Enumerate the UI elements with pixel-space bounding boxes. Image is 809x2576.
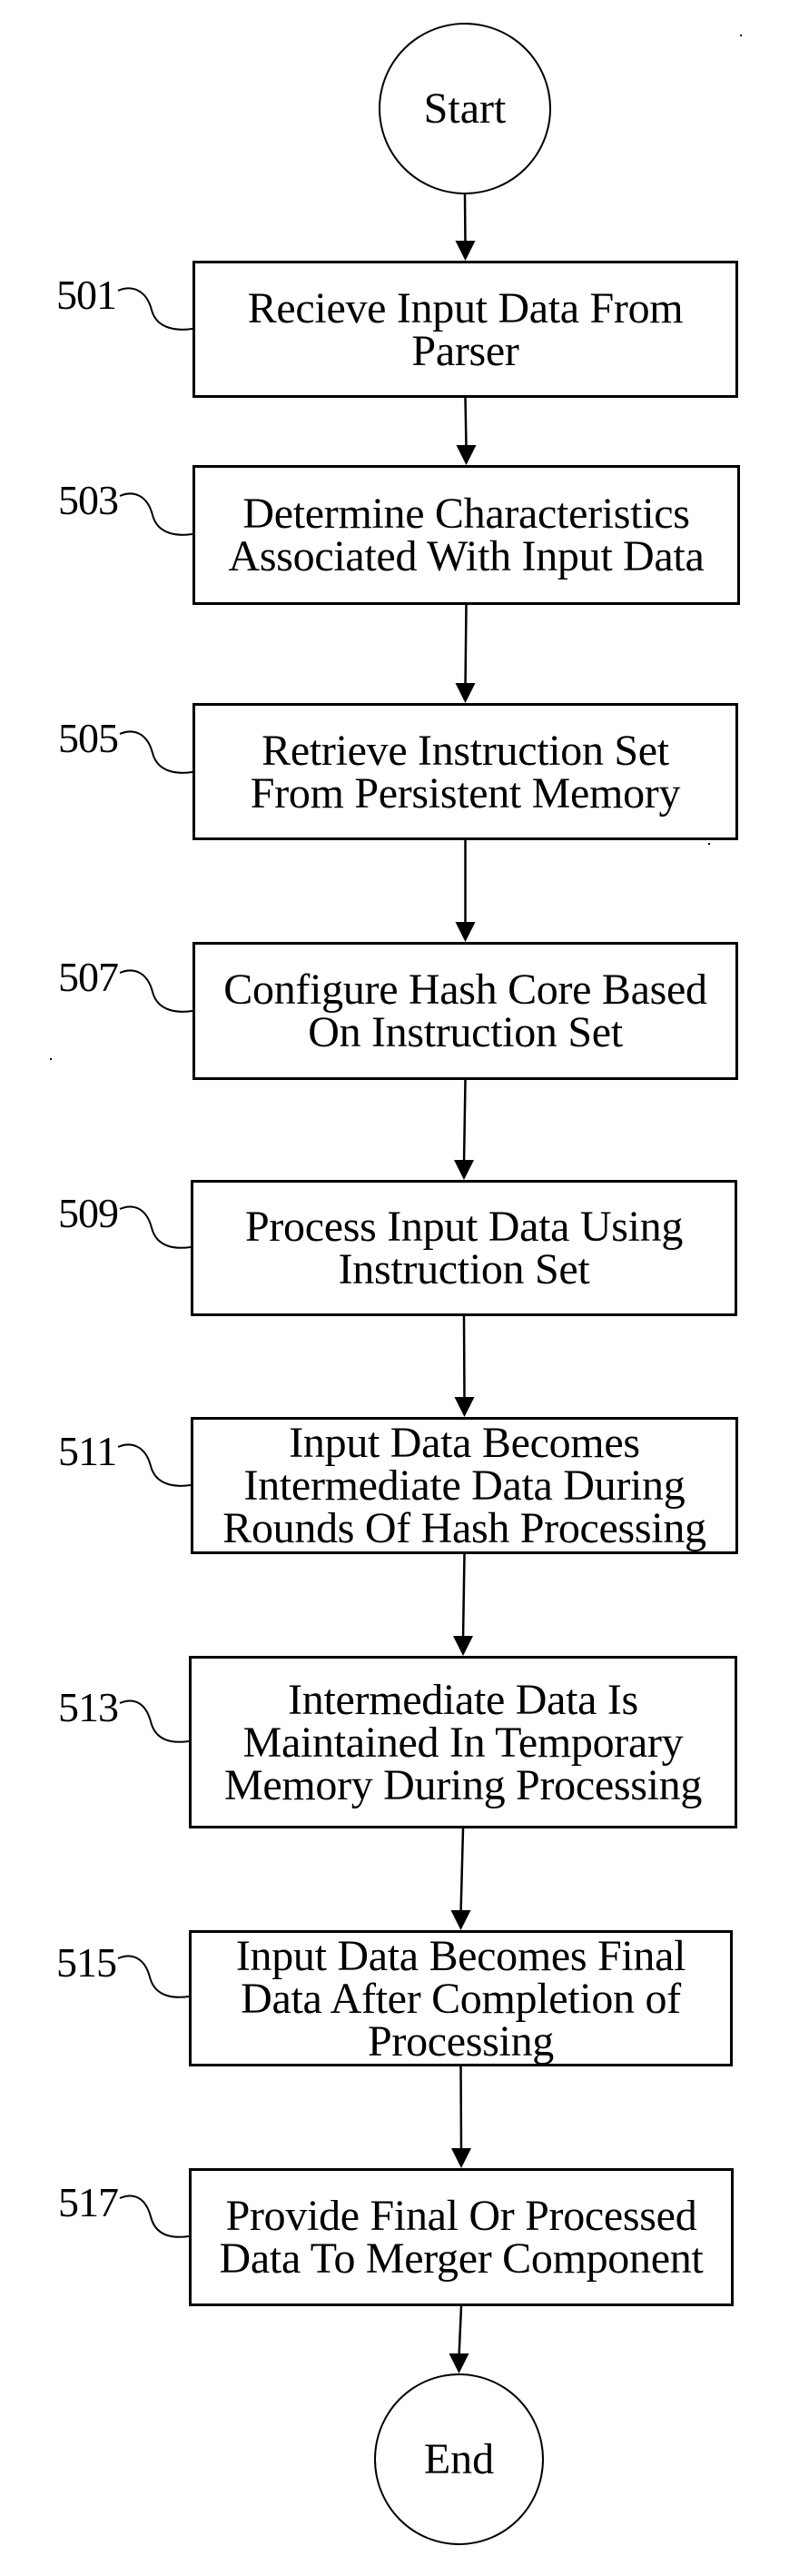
arrow-509-to-511 xyxy=(454,1315,475,1417)
step-text-501: Recieve Input Data From Parser xyxy=(247,283,684,375)
leader-line-509 xyxy=(119,1205,192,1249)
step-box-515: Input Data Becomes Final Data After Comp… xyxy=(189,1930,733,2066)
step-text-503: Determine Characteristics Associated Wit… xyxy=(228,490,705,580)
step-box-517: Provide Final Or Processed Data To Merge… xyxy=(189,2168,734,2306)
arrowhead-icon xyxy=(449,2353,469,2373)
leader-line-505 xyxy=(119,730,193,774)
step-box-513: Intermediate Data Is Maintained In Tempo… xyxy=(189,1656,737,1828)
arrowhead-icon xyxy=(454,1397,475,1417)
arrowhead-icon xyxy=(454,1160,474,1180)
step-text-505: Retrieve Instruction Set From Persistent… xyxy=(250,726,681,817)
arrow-line xyxy=(459,1828,465,1915)
arrowhead-icon xyxy=(455,922,476,942)
arrow-517-to-End xyxy=(449,2305,469,2373)
step-text-511: Input Data Becomes Intermediate Data Dur… xyxy=(222,1419,706,1552)
scan-speck xyxy=(740,35,742,36)
end-label: End xyxy=(423,2434,495,2483)
end-terminal: End xyxy=(374,2373,544,2545)
ref-numeral-515: 515 xyxy=(56,1939,117,1986)
arrowhead-icon xyxy=(453,1636,473,1656)
step-text-509: Process Input Data Using Instruction Set xyxy=(244,1203,684,1293)
ref-numeral-503: 503 xyxy=(58,477,119,523)
arrow-line xyxy=(464,397,468,450)
arrow-line xyxy=(461,1553,466,1640)
arrowhead-icon xyxy=(455,683,476,703)
step-box-509: Process Input Data Using Instruction Set xyxy=(191,1180,737,1316)
ref-numeral-509: 509 xyxy=(58,1190,119,1236)
leader-line-507 xyxy=(119,969,193,1013)
leader-line-515 xyxy=(117,1955,190,1998)
arrow-line xyxy=(458,2305,463,2358)
step-text-515: Input Data Becomes Final Data After Comp… xyxy=(235,1931,686,2066)
arrow-511-to-513 xyxy=(453,1553,473,1656)
arrowhead-icon xyxy=(451,2148,471,2168)
step-text-513: Intermediate Data Is Maintained In Tempo… xyxy=(223,1675,703,1809)
step-text-507: Configure Hash Core Based On Instruction… xyxy=(223,966,707,1056)
ref-numeral-507: 507 xyxy=(58,954,119,1000)
ref-numeral-501: 501 xyxy=(56,272,117,318)
ref-numeral-517: 517 xyxy=(58,2179,119,2225)
arrow-line xyxy=(462,1315,466,1402)
leader-line-511 xyxy=(117,1443,192,1487)
step-box-501: Recieve Input Data From Parser xyxy=(192,261,738,398)
arrow-505-to-507 xyxy=(455,840,476,942)
arrow-line xyxy=(459,2066,463,2153)
leader-line-501 xyxy=(117,287,193,331)
ref-numeral-505: 505 xyxy=(58,715,119,761)
arrow-503-to-505 xyxy=(455,604,476,703)
step-box-507: Configure Hash Core Based On Instruction… xyxy=(192,942,738,1080)
arrow-501-to-503 xyxy=(456,397,477,465)
start-label: Start xyxy=(423,84,507,133)
step-box-503: Determine Characteristics Associated Wit… xyxy=(192,465,740,605)
arrow-Start-to-501 xyxy=(455,193,476,261)
arrow-507-to-509 xyxy=(454,1079,474,1180)
arrowhead-icon xyxy=(450,1910,471,1930)
arrow-513-to-515 xyxy=(450,1828,471,1930)
leader-line-513 xyxy=(119,1699,190,1743)
arrow-line xyxy=(462,1079,467,1164)
ref-numeral-513: 513 xyxy=(58,1684,119,1730)
arrow-line xyxy=(464,604,468,688)
step-box-505: Retrieve Instruction Set From Persistent… xyxy=(192,703,738,840)
ref-numeral-511: 511 xyxy=(58,1428,117,1474)
leader-line-517 xyxy=(119,2195,190,2238)
arrowhead-icon xyxy=(456,445,477,465)
leader-line-503 xyxy=(119,492,193,536)
scan-speck xyxy=(50,1058,52,1060)
step-box-511: Input Data Becomes Intermediate Data Dur… xyxy=(191,1417,738,1554)
scan-speck xyxy=(708,843,710,845)
arrowhead-icon xyxy=(455,241,476,261)
start-terminal: Start xyxy=(379,23,551,194)
arrow-line xyxy=(463,193,467,245)
arrow-515-to-517 xyxy=(451,2066,471,2168)
flowchart: Start Recieve Input Data From Parser Det… xyxy=(0,0,809,2576)
step-text-517: Provide Final Or Processed Data To Merge… xyxy=(219,2192,704,2283)
